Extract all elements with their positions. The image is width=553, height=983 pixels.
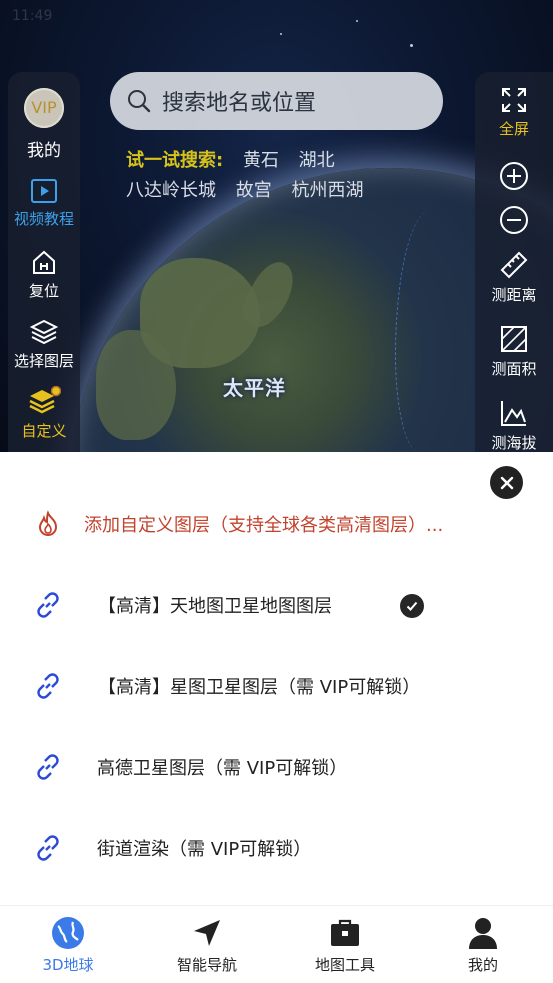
video-tutorial-label: 视频教程 xyxy=(13,210,74,228)
bottom-tab-bar: 3D地球 智能导航 地图工具 我的 xyxy=(0,905,553,983)
navigation-icon xyxy=(194,920,220,946)
tab-my[interactable]: 我的 xyxy=(423,916,543,975)
tab-label: 我的 xyxy=(467,956,498,974)
select-layer-button[interactable]: 选择图层 xyxy=(8,318,80,371)
suggestion-gugong[interactable]: 故宫 xyxy=(236,180,272,201)
custom-layer-label: 自定义 xyxy=(21,422,67,440)
landmass xyxy=(96,330,176,440)
link-icon xyxy=(37,754,59,780)
suggestion-huangshi[interactable]: 黄石 xyxy=(243,150,279,171)
status-bar: 11:49 xyxy=(0,0,553,34)
search-suggestions: 试一试搜索: 黄石 湖北 xyxy=(126,146,349,172)
fullscreen-icon xyxy=(502,88,526,112)
my-vip-button[interactable]: VIP 我的 xyxy=(8,88,80,161)
fullscreen-label: 全屏 xyxy=(498,120,529,138)
globe-view[interactable]: 太平洋 xyxy=(0,0,553,452)
left-toolbar: VIP 我的 视频教程 复位 选择图层 自定义 xyxy=(8,72,80,452)
measure-distance-label: 测距离 xyxy=(491,286,537,304)
zoom-out-button[interactable] xyxy=(475,204,553,236)
selected-check-icon xyxy=(400,594,424,618)
layer-label: 【高清】天地图卫星地图图层 xyxy=(98,596,332,617)
add-custom-layer-row[interactable]: 添加自定义图层（支持全球各类高清图层）... xyxy=(0,494,553,554)
tab-map-tools[interactable]: 地图工具 xyxy=(285,916,405,975)
reset-label: 复位 xyxy=(28,282,59,300)
star xyxy=(410,44,413,47)
right-toolbar: 全屏 测距离 测面积 测海拔 xyxy=(475,72,553,452)
elevation-icon xyxy=(501,401,526,426)
ruler-icon xyxy=(500,251,528,279)
search-placeholder: 搜索地名或位置 xyxy=(162,91,317,116)
layer-item-tianditu[interactable]: 【高清】天地图卫星地图图层 xyxy=(0,575,553,635)
search-bar[interactable]: 搜索地名或位置 xyxy=(110,72,443,130)
layer-item-xingtu[interactable]: 【高清】星图卫星图层（需 VIP可解锁） xyxy=(0,656,553,716)
vip-avatar: VIP xyxy=(24,88,64,128)
layer-item-street[interactable]: 街道渲染（需 VIP可解锁） xyxy=(0,818,553,878)
measure-area-label: 测面积 xyxy=(491,360,537,378)
area-icon xyxy=(501,326,527,352)
suggestion-hubei[interactable]: 湖北 xyxy=(299,150,335,171)
link-icon xyxy=(37,673,59,699)
measure-area-button[interactable]: 测面积 xyxy=(475,324,553,379)
measure-distance-button[interactable]: 测距离 xyxy=(475,250,553,305)
video-tutorial-button[interactable]: 视频教程 xyxy=(8,178,80,229)
fullscreen-button[interactable]: 全屏 xyxy=(475,86,553,139)
layer-item-gaode[interactable]: 高德卫星图层（需 VIP可解锁） xyxy=(0,737,553,797)
select-layer-label: 选择图层 xyxy=(13,352,74,370)
search-suggestions-row2: 八达岭长城 故宫 杭州西湖 xyxy=(126,176,377,202)
home-icon xyxy=(33,250,55,274)
search-icon xyxy=(128,90,151,113)
link-icon xyxy=(37,592,59,618)
video-icon xyxy=(31,179,57,203)
layer-label: 高德卫星图层（需 VIP可解锁） xyxy=(97,758,348,779)
custom-layers-icon xyxy=(29,386,61,414)
layers-icon xyxy=(29,319,59,345)
fire-icon xyxy=(38,510,58,537)
tab-label: 地图工具 xyxy=(314,956,375,974)
try-search-label: 试一试搜索: xyxy=(126,150,224,171)
profile-icon xyxy=(469,918,497,949)
status-time: 11:49 xyxy=(12,8,53,24)
tab-smart-navigation[interactable]: 智能导航 xyxy=(147,916,267,975)
link-icon xyxy=(37,835,59,861)
custom-layer-button[interactable]: 自定义 xyxy=(8,386,80,441)
tab-label: 3D地球 xyxy=(42,956,94,974)
my-label: 我的 xyxy=(27,141,61,161)
layer-picker-sheet: 添加自定义图层（支持全球各类高清图层）... 【高清】天地图卫星地图图层 【高清… xyxy=(0,452,553,905)
globe-icon xyxy=(52,917,84,949)
toolbox-icon xyxy=(331,919,359,946)
ocean-label: 太平洋 xyxy=(223,376,286,400)
measure-elevation-button[interactable]: 测海拔 xyxy=(475,398,553,453)
layer-label: 街道渲染（需 VIP可解锁） xyxy=(97,839,312,860)
reset-button[interactable]: 复位 xyxy=(8,248,80,301)
suggestion-badaling[interactable]: 八达岭长城 xyxy=(126,180,216,201)
zoom-in-icon xyxy=(500,162,528,190)
tab-label: 智能导航 xyxy=(176,956,237,974)
close-icon xyxy=(500,476,513,489)
tab-3d-earth[interactable]: 3D地球 xyxy=(8,916,128,975)
layer-label: 【高清】星图卫星图层（需 VIP可解锁） xyxy=(98,677,421,698)
suggestion-westlake[interactable]: 杭州西湖 xyxy=(291,180,363,201)
measure-elevation-label: 测海拔 xyxy=(491,434,537,452)
zoom-in-button[interactable] xyxy=(475,160,553,192)
add-custom-layer-label: 添加自定义图层（支持全球各类高清图层）... xyxy=(84,515,444,536)
zoom-out-icon xyxy=(500,206,528,234)
